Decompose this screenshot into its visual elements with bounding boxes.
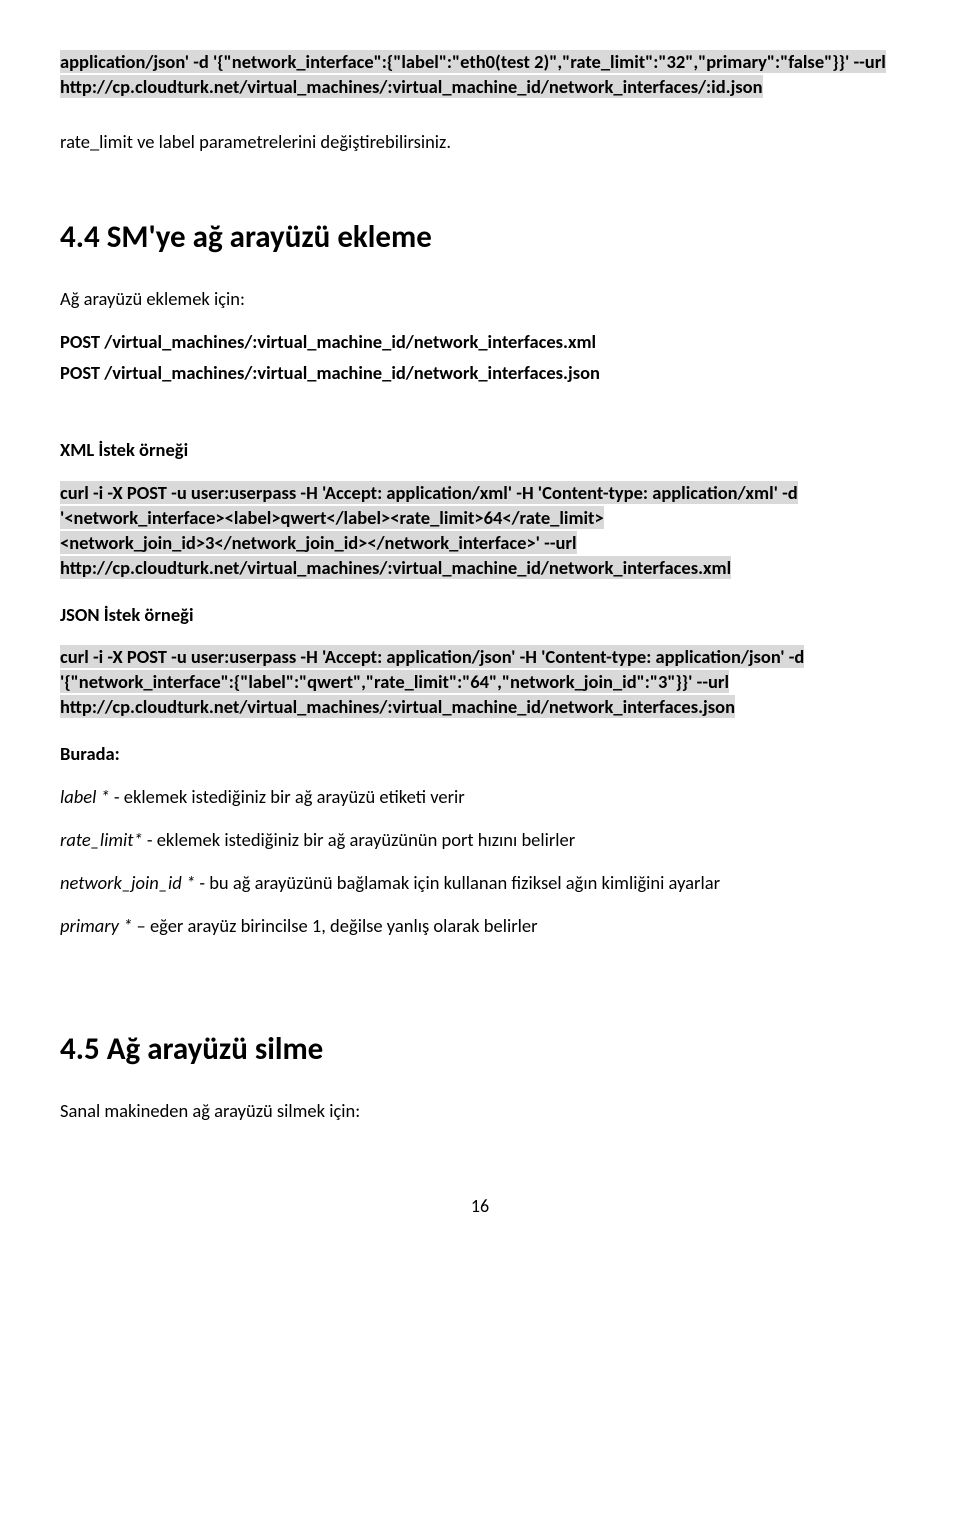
desc-join-key: network_join_id * <box>60 871 195 894</box>
intro-code-block: application/json' -d '{"network_interfac… <box>60 50 900 100</box>
section-44-title: 4.4 SM'ye ağ arayüzü ekleme <box>60 217 900 259</box>
desc-rate-key: rate_limit* <box>60 828 143 851</box>
desc-label-key: label * <box>60 785 110 808</box>
xml-code-text: curl -i -X POST -u user:userpass -H 'Acc… <box>60 481 798 579</box>
json-code-block: curl -i -X POST -u user:userpass -H 'Acc… <box>60 645 900 720</box>
post-endpoint-xml: POST /virtual_machines/:virtual_machine_… <box>60 330 900 355</box>
desc-primary-text: – eğer arayüz birincilse 1, değilse yanl… <box>132 914 537 937</box>
post-endpoint-json: POST /virtual_machines/:virtual_machine_… <box>60 361 900 386</box>
xml-code-block: curl -i -X POST -u user:userpass -H 'Acc… <box>60 481 900 581</box>
section-45-title: 4.5 Ağ arayüzü silme <box>60 1029 900 1071</box>
desc-primary-key: primary * <box>60 914 132 937</box>
json-code-text: curl -i -X POST -u user:userpass -H 'Acc… <box>60 645 804 718</box>
desc-label-text: - eklemek istediğiniz bir ağ arayüzü eti… <box>110 785 465 808</box>
desc-rate-text: - eklemek istediğiniz bir ağ arayüzünün … <box>143 828 576 851</box>
xml-example-heading: XML İstek örneği <box>60 438 900 463</box>
desc-rate: rate_limit* - eklemek istediğiniz bir ağ… <box>60 828 900 853</box>
burada-heading: Burada: <box>60 742 900 767</box>
desc-primary: primary * – eğer arayüz birincilse 1, de… <box>60 914 900 939</box>
desc-label: label * - eklemek istediğiniz bir ağ ara… <box>60 785 900 810</box>
section-44-intro: Ağ arayüzü eklemek için: <box>60 287 900 312</box>
json-example-heading: JSON İstek örneği <box>60 603 900 628</box>
page-number: 16 <box>60 1194 900 1218</box>
intro-paragraph: rate_limit ve label parametrelerini deği… <box>60 130 900 155</box>
intro-code-line: application/json' -d '{"network_interfac… <box>60 50 886 98</box>
desc-join-text: - bu ağ arayüzünü bağlamak için kullanan… <box>195 871 720 894</box>
desc-join: network_join_id * - bu ağ arayüzünü bağl… <box>60 871 900 896</box>
section-45-intro: Sanal makineden ağ arayüzü silmek için: <box>60 1099 900 1124</box>
